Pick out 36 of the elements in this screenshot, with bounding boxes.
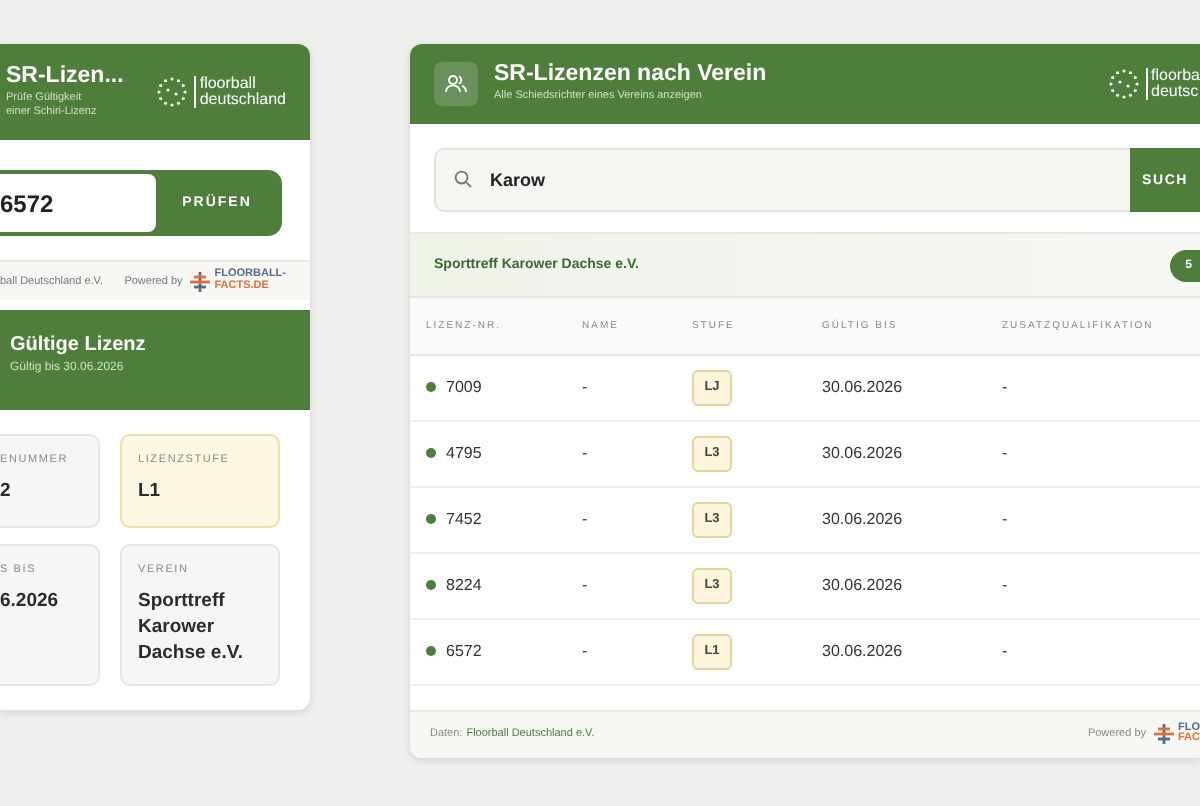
- name-cell: -: [580, 618, 690, 684]
- date-cell: 30.06.2026: [820, 486, 1000, 552]
- date-cell: 30.06.2026: [820, 420, 1000, 486]
- qualification-cell: -: [1000, 486, 1200, 552]
- name-cell: -: [580, 486, 690, 552]
- tile-value: Sporttreff Karower Dachse e.V.: [138, 590, 245, 667]
- license-number: 7009: [446, 378, 482, 396]
- name-cell: -: [580, 420, 690, 486]
- license-number: 6572: [446, 642, 482, 660]
- dotted-circle-icon: [1107, 68, 1140, 100]
- cross-bars-icon: [190, 271, 211, 291]
- name-cell: -: [580, 552, 690, 618]
- cross-bars-icon: [1154, 724, 1174, 744]
- qualification-cell: -: [1000, 552, 1200, 618]
- qualification-cell: -: [1000, 354, 1200, 420]
- people-icon: [434, 62, 478, 106]
- tile-value: L1: [138, 480, 163, 506]
- logo-text: floorball deutschland: [193, 76, 286, 108]
- logo-text: floorba deutsc: [1145, 68, 1200, 100]
- dotted-circle-icon: [155, 76, 188, 108]
- qualification-cell: -: [1000, 618, 1200, 684]
- qualification-cell: -: [1000, 420, 1200, 486]
- status-title: Gültige Lizenz: [10, 334, 148, 356]
- date-cell: 30.06.2026: [820, 354, 1000, 420]
- name-cell: -: [580, 354, 690, 420]
- date-cell: 30.06.2026: [820, 618, 1000, 684]
- tile-value: 6.2026: [0, 590, 61, 616]
- license-number: 7452: [446, 510, 482, 528]
- tile-value: 2: [0, 480, 13, 506]
- license-number: 4795: [446, 444, 482, 462]
- date-cell: 30.06.2026: [820, 552, 1000, 618]
- search-icon: [454, 170, 472, 188]
- license-number: 8224: [446, 576, 482, 594]
- panel-title: SR-Lizen...: [6, 63, 124, 88]
- panel-title: SR-Lizenzen nach Verein: [494, 62, 767, 87]
- search-field[interactable]: Karow: [434, 148, 1130, 212]
